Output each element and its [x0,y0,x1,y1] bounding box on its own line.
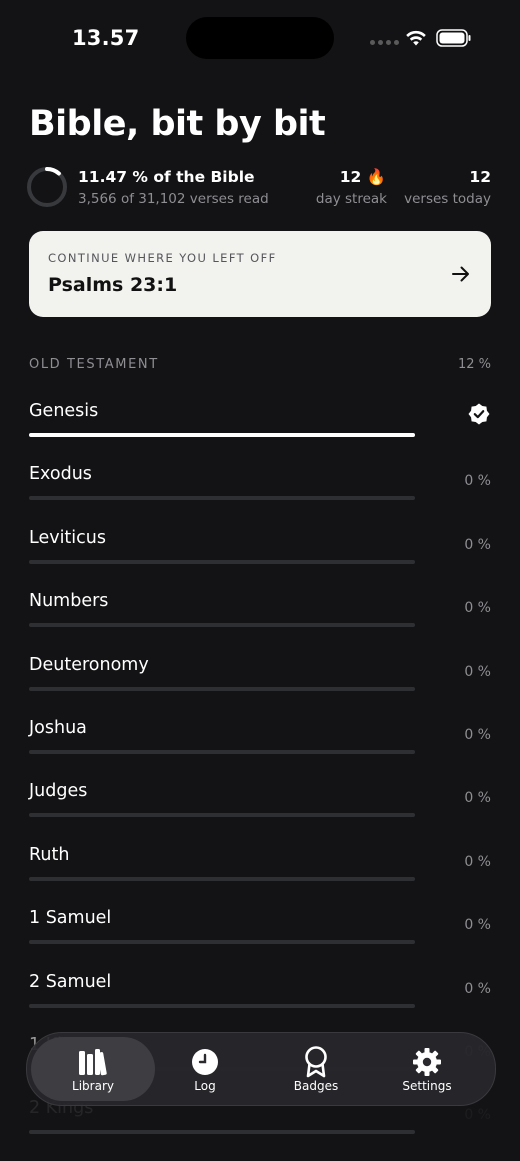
bible-percent-read: 11.47 % of the Bible [78,168,255,186]
book-percent: 0 % [464,727,491,743]
book-name: 1 Samuel [29,908,112,929]
book-progress-bar [29,623,415,628]
book-progress-bar [29,813,415,818]
book-percent: 0 % [464,473,491,490]
tab-label-settings: Settings [402,1079,452,1093]
continue-reference: Psalms 23:1 [48,274,178,296]
book-progress-bar [29,686,415,691]
tab-label-log: Log [194,1079,216,1093]
book-name: Leviticus [29,527,106,548]
book-name: Judges [29,781,88,802]
progress-ring [27,167,67,207]
arrow-right-icon [452,266,469,282]
badge-icon [305,1046,327,1078]
clock-icon [192,1049,218,1075]
book-progress-bar [29,1130,415,1135]
book-progress-bar [29,1003,415,1008]
book-name: Exodus [29,464,92,485]
tab-label-badges: Badges [293,1079,339,1093]
page-title: Bible, bit by bit [29,104,326,144]
day-streak-label: day streak [315,191,387,207]
book-name: Ruth [29,844,70,865]
book-name: Genesis [29,401,99,421]
book-row[interactable]: Joshua 0 % [0,718,520,781]
book-progress-bar [29,433,415,437]
book-progress-bar [29,750,415,754]
library-icon [79,1049,107,1076]
tab-bar: Library Log Badges Settings [26,1032,496,1106]
book-row[interactable]: Ruth 0 % [0,845,520,908]
section-percent: 12 % [457,357,491,372]
day-streak-value: 12 🔥 [339,168,386,186]
tab-settings[interactable]: Settings [365,1037,489,1101]
book-percent: 0 % [464,980,491,997]
status-time: 13.57 [72,26,140,50]
book-percent: 0 % [464,536,491,553]
continue-label: CONTINUE WHERE YOU LEFT OFF [48,251,277,265]
status-bar: 13.57 [0,0,520,78]
verses-read-count: 3,566 of 31,102 verses read [78,191,269,207]
gear-icon [413,1048,441,1076]
book-name: Joshua [29,718,87,738]
completed-check-icon [468,403,490,425]
book-percent: 0 % [464,663,491,680]
verses-today-value: 12 [469,168,491,186]
book-row[interactable]: Judges 0 % [0,781,520,844]
book-row[interactable]: Leviticus 0 % [0,528,520,591]
cellular-signal-icon [370,40,399,45]
book-percent: 0 % [464,790,491,807]
continue-reading-card[interactable]: CONTINUE WHERE YOU LEFT OFF Psalms 23:1 [29,231,491,317]
book-row[interactable]: Numbers 0 % [0,591,520,654]
book-name: Deuteronomy [29,654,149,675]
dynamic-island [186,17,334,59]
section-title: OLD TESTAMENT [29,357,159,372]
book-progress-bar [29,496,415,501]
book-progress-bar [29,559,415,564]
book-progress-bar [29,940,415,945]
tab-log[interactable]: Log [143,1037,267,1101]
book-progress-bar [29,876,415,881]
tab-library[interactable]: Library [31,1037,155,1101]
book-row[interactable]: 1 Samuel 0 % [0,908,520,971]
book-progress-fill [29,433,415,437]
battery-icon [436,29,471,47]
tab-badges[interactable]: Badges [254,1037,378,1101]
book-percent: 0 % [464,600,491,617]
book-percent: 0 % [464,853,491,870]
book-name: 2 Samuel [29,971,112,992]
book-row[interactable]: Exodus 0 % [0,464,520,527]
wifi-icon [406,30,426,46]
book-name: Numbers [29,591,109,612]
book-row[interactable]: Genesis [0,401,520,464]
verses-today-label: verses today [404,191,491,207]
book-percent: 0 % [464,917,491,934]
tab-label-library: Library [72,1079,114,1093]
book-row[interactable]: Deuteronomy 0 % [0,655,520,718]
